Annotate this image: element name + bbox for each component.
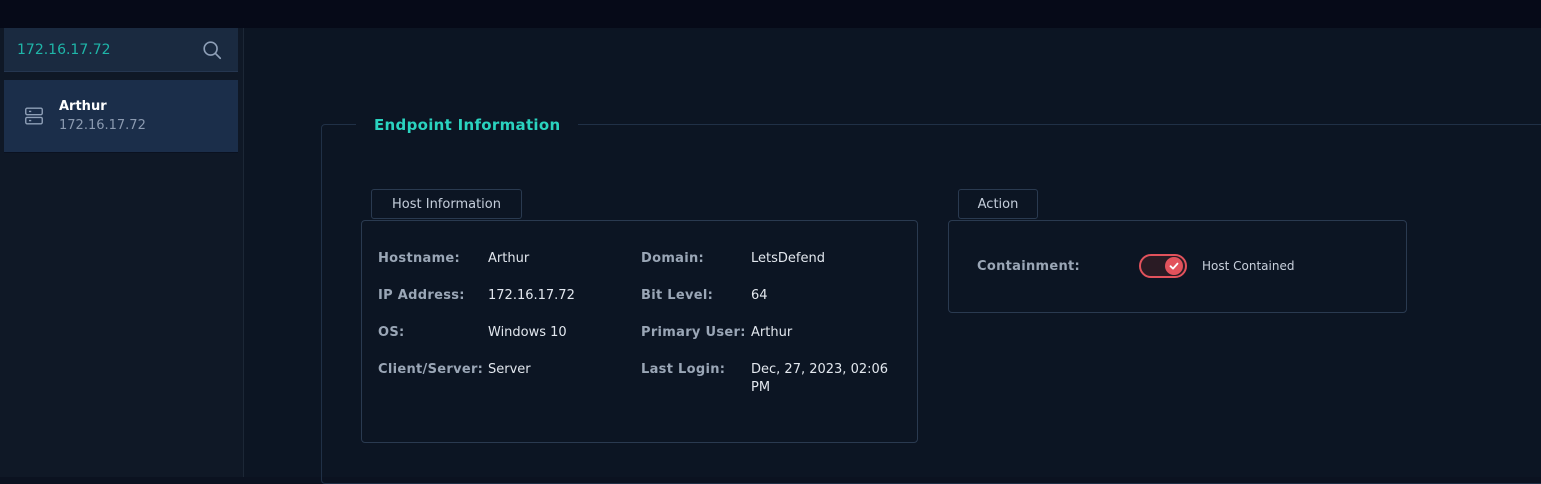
primary-user-value: Arthur	[751, 325, 793, 340]
main-content: Endpoint Information Host Information Ho…	[244, 28, 1541, 484]
action-tab[interactable]: Action	[958, 189, 1038, 219]
os-label: OS:	[378, 325, 405, 340]
endpoint-title: Endpoint Information	[356, 114, 579, 136]
search-bar	[4, 28, 238, 72]
containment-toggle[interactable]	[1139, 254, 1187, 278]
search-input[interactable]	[4, 28, 201, 71]
os-value: Windows 10	[488, 325, 567, 340]
bit-level-value: 64	[751, 288, 768, 303]
host-list-item[interactable]: Arthur 172.16.17.72	[4, 80, 238, 153]
domain-value: LetsDefend	[751, 251, 825, 266]
checkmark-icon	[1169, 262, 1179, 270]
bit-level-label: Bit Level:	[641, 288, 714, 303]
toggle-knob	[1165, 257, 1183, 275]
hostname-value: Arthur	[488, 251, 530, 266]
ip-address-label: IP Address:	[378, 288, 465, 303]
top-bar	[0, 0, 1541, 28]
containment-status-text: Host Contained	[1202, 259, 1295, 273]
domain-label: Domain:	[641, 251, 705, 266]
primary-user-label: Primary User:	[641, 325, 746, 340]
host-names: Arthur 172.16.17.72	[59, 99, 146, 133]
host-info-tab[interactable]: Host Information	[371, 189, 522, 219]
host-name: Arthur	[59, 99, 107, 114]
ip-address-value: 172.16.17.72	[488, 288, 575, 303]
search-icon[interactable]	[201, 39, 223, 61]
last-login-label: Last Login:	[641, 362, 726, 377]
containment-label: Containment:	[977, 259, 1081, 274]
hostname-label: Hostname:	[378, 251, 461, 266]
last-login-value: Dec, 27, 2023, 02:06 PM	[751, 362, 889, 395]
client-server-label: Client/Server:	[378, 362, 484, 377]
host-ip: 172.16.17.72	[59, 118, 146, 133]
sidebar: Arthur 172.16.17.72	[0, 28, 244, 477]
server-icon	[25, 107, 43, 125]
client-server-value: Server	[488, 362, 531, 377]
